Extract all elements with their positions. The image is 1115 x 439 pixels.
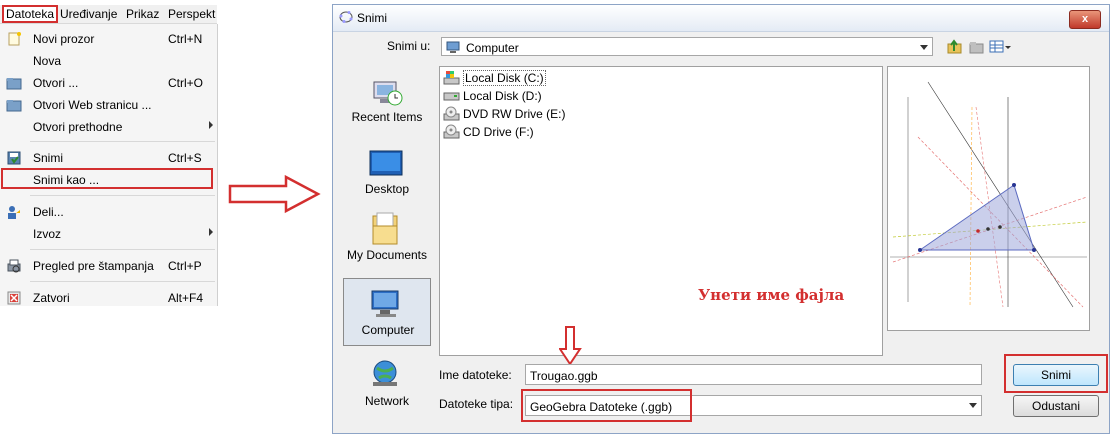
chevron-down-icon [969,403,977,408]
save-as-highlight [1,168,213,189]
menu-item-label: Otvori Web stranicu ... [33,98,152,112]
menu-perspektive[interactable]: Perspekt [168,7,215,21]
menu-item-share[interactable]: Deli... [0,201,217,223]
share-icon [8,206,20,219]
menu-datoteka[interactable]: Datoteka [2,5,59,23]
my-documents-icon [372,212,398,245]
places-bar: Recent Items Desktop My Documents Comput… [343,66,431,426]
menu-separator [30,141,215,142]
menu-item-shortcut: Alt+F4 [168,291,204,305]
file-name: DVD RW Drive (E:) [463,107,566,121]
menu-item-shortcut: Ctrl+S [168,151,202,165]
submenu-arrow-icon [209,228,213,236]
down-arrow-icon [559,326,582,366]
menu-item-label: Zatvori [33,291,70,305]
open-folder-icon [6,78,22,90]
recent-items-icon [373,81,403,106]
menu-item-open[interactable]: Otvori ... Ctrl+O [0,72,217,94]
place-label: Computer [361,323,415,337]
menu-item-label: Nova [33,54,62,68]
close-button[interactable]: x [1069,10,1101,29]
place-desktop[interactable]: Desktop [343,138,431,206]
filename-input[interactable]: Trougao.ggb [525,364,982,385]
menu-item-label: Novi prozor [33,32,95,46]
menu-item-label: Pregled pre štampanja [33,259,154,273]
local-disk-icon [443,92,460,101]
place-label: Network [364,394,409,408]
menu-item-label: Snimi [33,151,64,165]
view-menu-icon[interactable] [989,39,1011,55]
menu-item-shortcut: Ctrl+N [168,32,203,46]
file-list[interactable]: Local Disk (C:) Local Disk (D:) DVD RW D… [439,66,883,356]
place-label: Recent Items [351,110,423,124]
menu-item-label: Izvoz [33,227,62,241]
file-name: Local Disk (C:) [463,70,546,86]
file-name: CD Drive (F:) [463,125,534,139]
filename-value: Trougao.ggb [530,369,598,383]
menu-item-new-window[interactable]: Novi prozor Ctrl+N [0,28,217,50]
place-my-documents[interactable]: My Documents [343,204,431,284]
save-dialog: Snimi x Snimi u: Computer Recent Items D… [332,4,1110,434]
new-window-icon [8,32,21,46]
file-menu-dropdown: Novi prozor Ctrl+N Nova Otvori ... Ctrl+… [0,24,218,306]
save-in-combo[interactable]: Computer [441,37,933,56]
up-folder-icon[interactable] [947,39,963,55]
filetype-label: Datoteke tipa: [439,397,514,411]
place-label: Desktop [364,182,410,196]
place-computer[interactable]: Computer [343,278,431,346]
filename-label: Ime datoteke: [439,368,512,382]
geometry-preview-image [890,81,1088,308]
dialog-titlebar: Snimi x [333,5,1109,32]
filetype-highlight [521,389,692,422]
save-button-highlight [1004,354,1108,393]
menu-item-label: Otvori prethodne [33,120,123,134]
right-arrow-icon [228,175,321,214]
computer-icon [371,290,399,317]
place-recent-items[interactable]: Recent Items [343,66,431,134]
save-icon [7,151,21,165]
cancel-button[interactable]: Odustani [1013,395,1099,417]
menu-prikaz[interactable]: Prikaz [126,7,159,21]
save-in-value: Computer [466,41,519,55]
save-in-label: Snimi u: [387,39,431,53]
local-disk-system-icon [443,71,460,85]
menu-item-open-web[interactable]: Otvori Web stranicu ... [0,94,217,116]
file-name: Local Disk (D:) [463,89,542,103]
menu-item-label: Otvori ... [33,76,79,90]
menu-item-export[interactable]: Izvoz [0,223,217,245]
menu-uredivanje[interactable]: Uređivanje [60,7,117,21]
menu-separator [30,195,215,196]
network-icon [373,360,397,386]
menu-item-new[interactable]: Nova [0,50,217,72]
menu-item-open-recent[interactable]: Otvori prethodne [0,116,217,138]
computer-icon [446,41,460,53]
dvd-drive-icon [443,106,460,121]
dialog-title: Snimi [357,11,388,25]
place-label: My Documents [346,248,428,262]
menu-item-save[interactable]: Snimi Ctrl+S [0,147,217,169]
menu-separator [30,249,215,250]
geogebra-icon [339,11,353,23]
menu-bar: Datoteka Uređivanje Prikaz Perspekt [0,5,217,24]
menu-separator [30,281,215,282]
filename-annotation: Унети име фајла [698,286,845,304]
menu-item-close[interactable]: Zatvori Alt+F4 [0,287,217,309]
cd-drive-icon [443,124,460,139]
submenu-arrow-icon [209,121,213,129]
close-app-icon [7,291,21,305]
menu-item-shortcut: Ctrl+O [168,76,204,90]
menu-item-label: Deli... [33,205,64,219]
place-network[interactable]: Network [343,348,431,416]
file-preview [887,66,1090,331]
open-web-icon [6,100,22,112]
desktop-icon [369,150,403,176]
menu-item-print-preview[interactable]: Pregled pre štampanja Ctrl+P [0,255,217,277]
print-preview-icon [7,259,21,273]
menu-item-shortcut: Ctrl+P [168,259,202,273]
new-folder-icon[interactable] [969,39,985,55]
chevron-down-icon [920,45,928,50]
